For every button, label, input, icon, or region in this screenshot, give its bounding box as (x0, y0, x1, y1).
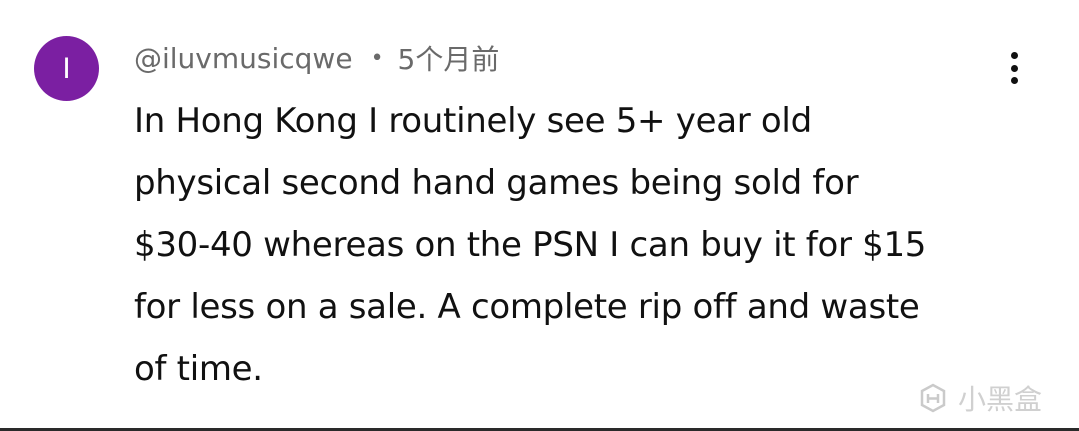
menu-dot (1010, 77, 1018, 84)
timestamp: 5个月前 (397, 43, 500, 76)
more-vertical-icon[interactable] (996, 50, 1032, 86)
comment-card: I @iluvmusicqwe • 5个月前 In Hong Kong I ro… (0, 0, 1079, 431)
avatar[interactable]: I (34, 36, 99, 101)
menu-dot (1010, 52, 1018, 59)
watermark-text: 小黑盒 (958, 383, 1043, 416)
comment-text-line: for less on a sale. A complete rip off a… (134, 287, 920, 327)
comment-text-line: physical second hand games being sold fo… (134, 163, 859, 203)
username[interactable]: @iluvmusicqwe (134, 42, 353, 75)
comment-text-line: In Hong Kong I routinely see 5+ year old (134, 101, 812, 141)
meta-separator: • (370, 45, 384, 71)
xiaoheihe-logo-icon (920, 383, 946, 413)
menu-dot (1010, 64, 1018, 72)
comment-text-line: $30-40 whereas on the PSN I can buy it f… (134, 225, 927, 265)
comment-text: In Hong Kong I routinely see 5+ year old… (134, 90, 1014, 400)
comment-text-line: of time. (134, 349, 263, 389)
comment-meta: @iluvmusicqwe • 5个月前 (134, 38, 499, 78)
watermark: 小黑盒 (916, 378, 1042, 418)
